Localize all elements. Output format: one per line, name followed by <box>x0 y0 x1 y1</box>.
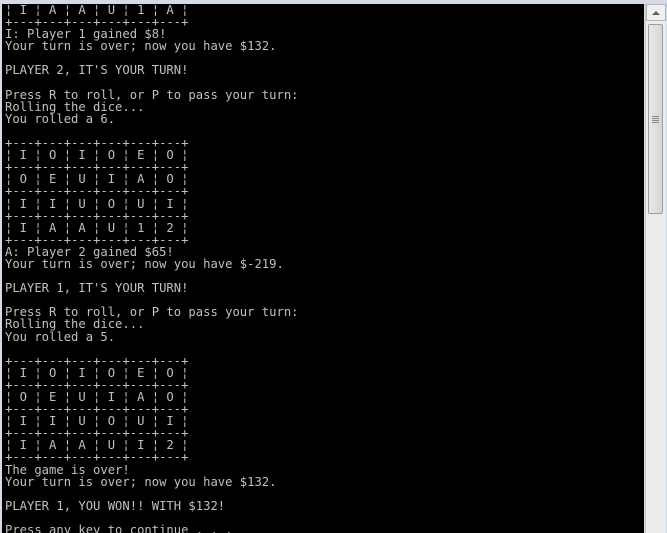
scroll-thumb[interactable] <box>648 24 663 214</box>
console-window: ¦ I ¦ A ¦ A ¦ U ¦ 1 ¦ A ¦ +---+---+---+-… <box>0 0 667 533</box>
console-line: PLAYER 2, IT'S YOUR TURN! <box>5 63 189 78</box>
triangle-up-icon <box>652 10 660 15</box>
console-line: Press any key to continue . . . <box>5 523 233 533</box>
console-line: PLAYER 1, IT'S YOUR TURN! <box>5 281 189 296</box>
console-line: PLAYER 1, YOU WON!! WITH $132! <box>5 498 226 513</box>
console-output[interactable]: ¦ I ¦ A ¦ A ¦ U ¦ 1 ¦ A ¦ +---+---+---+-… <box>2 4 644 533</box>
console-line: You rolled a 6. <box>5 111 116 126</box>
console-line: Your turn is over; now you have $132. <box>5 474 277 489</box>
console-line: Your turn is over; now you have $132. <box>5 39 277 54</box>
console-text: ¦ I ¦ A ¦ A ¦ U ¦ 1 ¦ A ¦ +---+---+---+-… <box>2 4 644 533</box>
console-line: Your turn is over; now you have $-219. <box>5 256 284 271</box>
grip-lines-icon <box>652 115 659 123</box>
vertical-scrollbar[interactable] <box>645 4 666 533</box>
console-line: You rolled a 5. <box>5 329 116 344</box>
scroll-up-button[interactable] <box>646 4 666 21</box>
